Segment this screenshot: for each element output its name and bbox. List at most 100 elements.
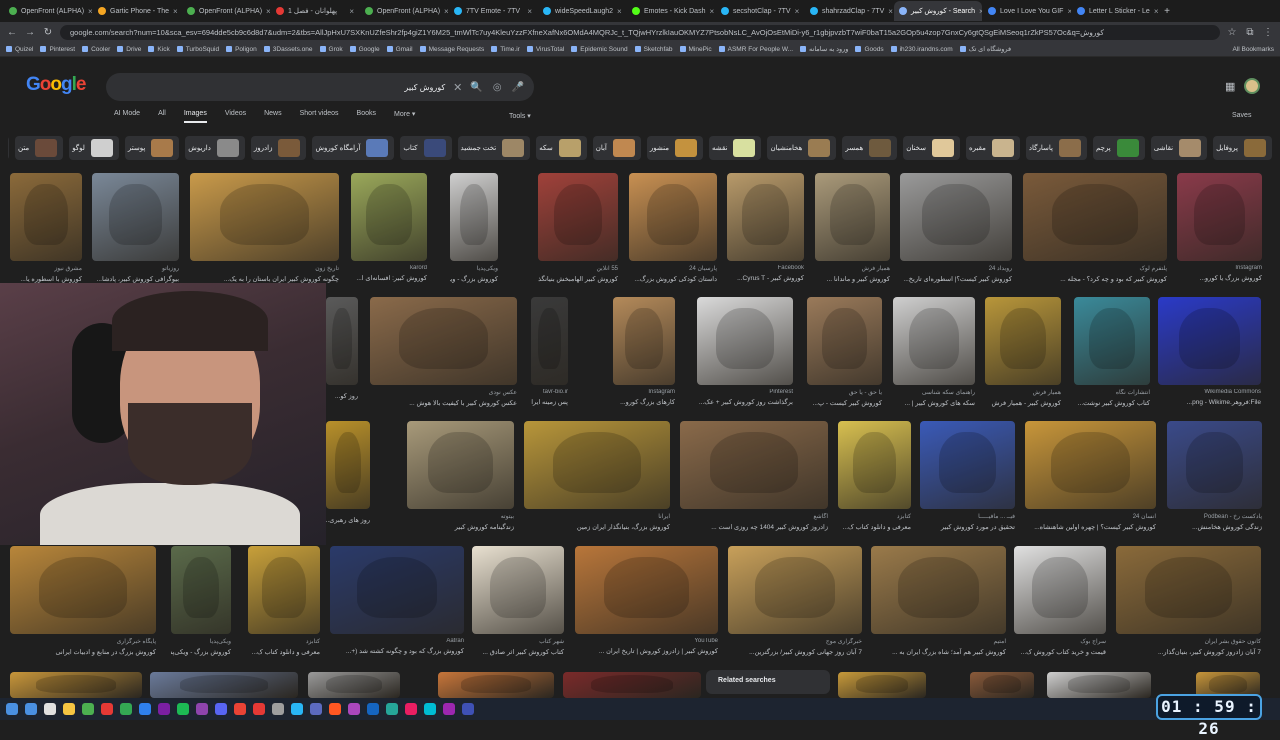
result-source[interactable]: رویداد 24 <box>900 265 1012 272</box>
refinement-chip[interactable]: نقشه <box>708 136 762 160</box>
image-result[interactable]: آگاشع زادروز کوروش کبیر 1404 چه روزی است … <box>680 421 828 531</box>
result-thumbnail[interactable] <box>697 297 793 385</box>
image-result[interactable]: karord کوروش کبیر: افسانه‌ای ا... <box>351 173 427 282</box>
bookmark-item[interactable]: Quizel <box>6 46 33 53</box>
search-input[interactable]: کوروش کبیر <box>116 83 445 92</box>
tab-12[interactable]: Letter L Sticker - Le × <box>1072 1 1160 21</box>
saves-button[interactable]: Saves <box>1232 112 1251 119</box>
result-thumbnail[interactable] <box>524 421 670 509</box>
taskbar-app-icon[interactable] <box>196 703 208 715</box>
tab-7[interactable]: Emotes - Kick Dash × <box>627 1 715 21</box>
tab-4[interactable]: OpenFront (ALPHA) × <box>360 1 448 21</box>
refinement-chip[interactable]: نقاشی <box>1150 136 1208 160</box>
image-result-partial[interactable] <box>438 672 554 698</box>
result-caption[interactable]: زندگی کوروش هخامنش... <box>1167 523 1262 531</box>
result-caption[interactable]: روز کو... <box>326 392 358 400</box>
result-source[interactable]: پلتفرم لوک <box>1023 265 1168 272</box>
taskbar-app-icon[interactable] <box>44 703 56 715</box>
taskbar-app-icon[interactable] <box>462 703 474 715</box>
bookmark-item[interactable]: Gmail <box>386 46 413 53</box>
google-logo[interactable]: Google <box>26 74 86 96</box>
refinement-chip[interactable]: آرامگاه کوروش <box>312 136 395 160</box>
image-result-partial[interactable] <box>563 672 701 698</box>
bookmark-item[interactable]: Google <box>349 46 380 53</box>
taskbar-app-icon[interactable] <box>272 703 284 715</box>
image-result[interactable]: پادکست رخ - Podbean زندگی کوروش هخامنش... <box>1167 421 1262 531</box>
tab-close-icon[interactable]: × <box>173 7 178 16</box>
windows-start-icon[interactable] <box>6 703 18 715</box>
bookmark-item[interactable]: VirusTotal <box>526 46 564 53</box>
mic-icon[interactable]: 🎤 <box>512 82 524 93</box>
image-result-partial[interactable] <box>308 672 400 698</box>
refinement-chip[interactable]: پوستر <box>124 136 180 160</box>
taskbar-app-icon[interactable] <box>348 703 360 715</box>
bookmark-item[interactable]: Time.ir <box>491 46 520 53</box>
result-caption[interactable]: سکه های کوروش کبیر | ... <box>893 399 975 407</box>
result-thumbnail[interactable] <box>150 672 298 698</box>
image-result[interactable]: ویکی‌پدیا کوروش بزرگ - ویکی‌پد... <box>171 546 231 656</box>
bookmark-item[interactable]: Cooler <box>82 46 110 53</box>
result-thumbnail[interactable] <box>807 297 882 385</box>
tab-close-icon[interactable]: × <box>349 7 354 16</box>
image-result[interactable]: پلتفرم لوک کوروش کبیر که بود و چه کرد؟ - … <box>1023 173 1167 283</box>
image-result[interactable]: تاریخ زون چگونه کوروش کبیر ایران باستان ر… <box>190 173 339 283</box>
image-result[interactable]: همیار فرش کوروش کبیر و ماندانا ... <box>815 173 890 283</box>
tab-close-icon[interactable]: × <box>617 7 622 16</box>
result-thumbnail[interactable] <box>629 173 717 261</box>
filter-news[interactable]: News <box>264 110 282 123</box>
result-source[interactable]: Pinterest <box>697 389 793 395</box>
result-caption[interactable]: قیمت و خرید کتاب کوروش ک... <box>1014 648 1106 656</box>
result-source[interactable]: Instagram <box>1177 265 1262 271</box>
image-result[interactable]: ایرانا کوروش بزرگ، بنیانگذار ایران زمین <box>524 421 670 531</box>
image-result[interactable]: همیار فرش کوروش کبیر - همیار فرش <box>985 297 1061 407</box>
refinement-chip[interactable]: منشور <box>646 136 703 160</box>
result-source[interactable]: آمتیم <box>871 638 1007 645</box>
bookmark-item[interactable]: Sketchfab <box>634 46 673 53</box>
image-result[interactable]: رویداد 24 کوروش کبیر کیست؟| اسطوره‌ای تار… <box>900 173 1012 283</box>
result-source[interactable]: سراج بوک <box>1014 638 1106 645</box>
result-caption[interactable]: کتاب کوروش کبیر نوشت... <box>1074 399 1150 407</box>
result-caption[interactable]: زندگینامه کوروش کبیر <box>407 523 514 531</box>
image-result-partial[interactable] <box>1047 672 1151 698</box>
result-thumbnail[interactable] <box>326 421 370 509</box>
search-icon[interactable]: 🔍 <box>470 82 482 93</box>
result-caption[interactable]: زادروز کوروش کبیر 1404 چه روزی است ... <box>680 523 828 531</box>
result-thumbnail[interactable] <box>838 672 926 698</box>
result-caption[interactable]: 7 آبان زادروز کوروش کبیر، بنیان‌گذار... <box>1116 648 1261 656</box>
refinement-chip[interactable]: پاسارگاد <box>1025 136 1087 160</box>
result-thumbnail[interactable] <box>190 173 339 261</box>
image-result[interactable]: سراج بوک قیمت و خرید کتاب کوروش ک... <box>1014 546 1106 656</box>
bookmark-item[interactable]: ورود به سامانه <box>800 45 848 53</box>
result-caption[interactable]: کوروش بزرگ یا کورو... <box>1177 274 1262 282</box>
reload-icon[interactable]: ↻ <box>42 27 54 38</box>
image-result-partial[interactable] <box>150 672 298 698</box>
bookmark-item[interactable]: ASMR For People W... <box>718 46 793 53</box>
image-result[interactable]: Wikimedia Commons File:فروهر.png - Wikime… <box>1158 297 1261 406</box>
result-caption[interactable]: روز های رهبری... <box>326 516 370 524</box>
refinement-chip[interactable]: نماد <box>8 136 9 160</box>
image-result[interactable]: کتابزد معرفی و دانلود کتاب ک... <box>248 546 320 656</box>
filter-books[interactable]: Books <box>357 110 376 123</box>
tab-close-icon[interactable]: × <box>888 7 893 16</box>
result-thumbnail[interactable] <box>407 421 514 509</box>
result-caption[interactable]: کوروش بزرگ که بود و چگونه کشته شد (+... <box>330 647 464 655</box>
bookmark-item[interactable]: Grok <box>319 46 343 53</box>
result-thumbnail[interactable] <box>900 173 1012 261</box>
result-source[interactable]: پادکست رخ - Podbean <box>1167 513 1262 520</box>
tab-close-icon[interactable]: × <box>88 7 92 16</box>
result-source[interactable]: Facebook <box>727 265 804 271</box>
tab-close-icon[interactable]: × <box>444 7 448 16</box>
result-caption[interactable]: تحقیق در مورد کوروش کبیر <box>920 523 1015 531</box>
result-caption[interactable]: کوروش کبیر و ماندانا ... <box>815 275 890 283</box>
result-caption[interactable]: کوروش کبیر که بود و چه کرد؟ - مجله ... <box>1023 275 1167 283</box>
refinement-chip[interactable]: سخنان <box>903 136 960 160</box>
result-thumbnail[interactable] <box>92 173 179 261</box>
image-result[interactable]: کتابزد معرفی و دانلود کتاب ک... <box>838 421 911 531</box>
result-caption[interactable]: کارهای بزرگ کورو... <box>613 398 675 406</box>
bookmark-item[interactable]: Goods <box>855 46 884 53</box>
image-result[interactable]: راهنمای سکه شناسی سکه های کوروش کبیر | ..… <box>893 297 975 407</box>
result-source[interactable]: کانون حقوق بشر ایران <box>1116 638 1261 645</box>
result-source[interactable]: شهر کتاب <box>472 638 564 645</box>
result-thumbnail[interactable] <box>308 672 400 698</box>
refinement-chip[interactable]: سکه <box>536 136 587 160</box>
